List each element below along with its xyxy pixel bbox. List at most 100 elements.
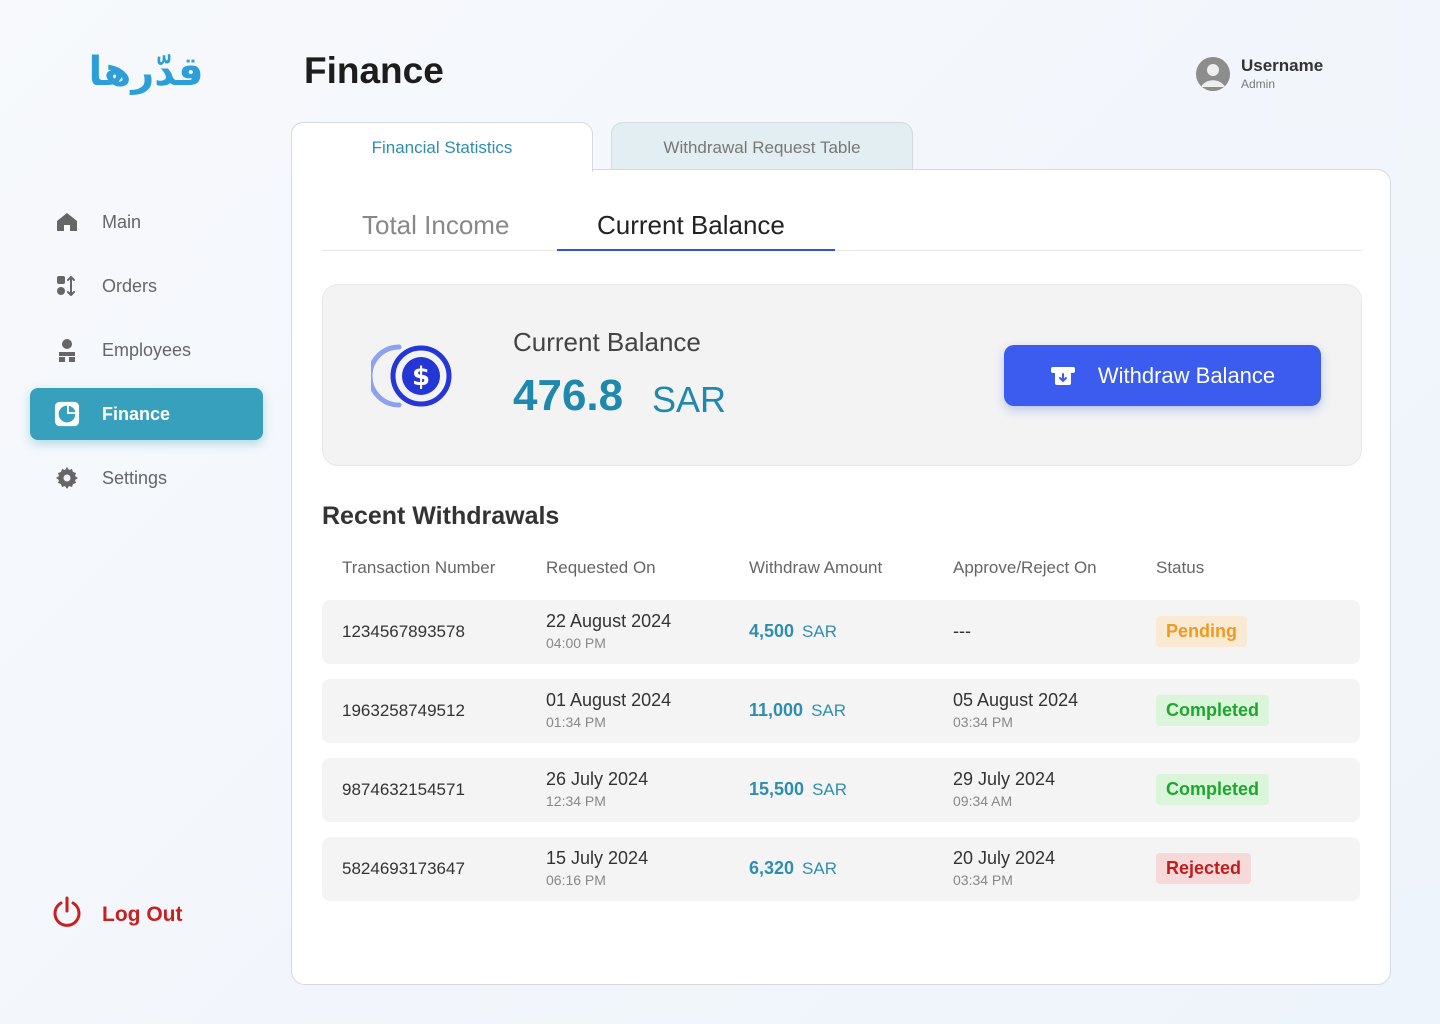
approve-date: 05 August 2024 (953, 690, 1079, 710)
status-badge: Completed (1156, 774, 1270, 805)
table-row[interactable]: 5824693173647 15 July 2024 06:16 PM 6,32… (322, 837, 1360, 901)
subtab-total-income[interactable]: Total Income (362, 210, 509, 241)
amount-currency: SAR (811, 701, 847, 720)
column-header: Requested On (546, 558, 656, 577)
finance-panel: Total Income Current Balance $ Current B… (291, 169, 1391, 985)
sidebar-item-label: Settings (102, 467, 168, 488)
column-header: Status (1156, 558, 1205, 577)
withdrawals-table-header: Transaction Number Requested On Withdraw… (322, 556, 1362, 586)
finance-app: قدّرها Main Orders Employees Finance Set… (0, 0, 1440, 1024)
requested-date: 15 July 2024 (546, 848, 649, 868)
svg-text:$: $ (412, 362, 430, 392)
sidebar-item-label: Orders (102, 275, 158, 296)
user-info: Username Admin (1241, 56, 1323, 91)
sidebar-item-label: Employees (102, 339, 192, 360)
sidebar-item-main[interactable]: Main (30, 196, 263, 248)
requested-time: 12:34 PM (546, 793, 606, 809)
brand-logo-text: قدّرها (88, 49, 204, 95)
sidebar: Main Orders Employees Finance Settings (30, 196, 263, 516)
recent-withdrawals-title: Recent Withdrawals (322, 502, 560, 530)
table-row[interactable]: 1234567893578 22 August 2024 04:00 PM 4,… (322, 600, 1360, 664)
requested-on: 15 July 2024 06:16 PM (546, 848, 648, 888)
amount-value: 6,320 (749, 858, 795, 878)
requested-time: 01:34 PM (546, 714, 606, 730)
status-cell: Rejected (1156, 853, 1252, 884)
tab-label: Financial Statistics (371, 137, 513, 157)
approve-date: 29 July 2024 (953, 769, 1056, 789)
requested-time: 04:00 PM (546, 635, 606, 651)
status-badge: Pending (1156, 616, 1247, 647)
approve-time: 09:34 AM (953, 793, 1013, 809)
user-name: Username (1241, 56, 1324, 75)
approve-time: 03:34 PM (953, 872, 1013, 888)
transaction-number: 1234567893578 (342, 622, 465, 641)
approve-reject-on: 20 July 2024 03:34 PM (953, 848, 1055, 888)
column-header: Transaction Number (342, 558, 496, 577)
column-header: Withdraw Amount (749, 558, 883, 577)
status-cell: Completed (1156, 695, 1270, 726)
requested-on: 22 August 2024 04:00 PM (546, 611, 671, 651)
tab-financial-statistics[interactable]: Financial Statistics (291, 122, 593, 172)
gear-icon (54, 465, 80, 491)
status-badge: Rejected (1156, 853, 1252, 884)
home-icon (54, 209, 80, 235)
balance-label: Current Balance (513, 327, 701, 357)
subtab-current-balance[interactable]: Current Balance (597, 210, 785, 241)
approve-date: 20 July 2024 (953, 848, 1056, 868)
current-balance-card: $ Current Balance 476.8 SAR Withdraw Bal… (322, 284, 1362, 466)
withdraw-amount: 11,000 SAR (749, 700, 846, 721)
atm-withdraw-icon (1050, 366, 1076, 386)
user-profile[interactable]: Username Admin (1196, 56, 1323, 91)
amount-value: 15,500 (749, 779, 805, 799)
transaction-number: 9874632154571 (342, 780, 465, 799)
logout-label: Log Out (102, 902, 183, 926)
column-header: Approve/Reject On (953, 558, 1097, 577)
status-cell: Completed (1156, 774, 1270, 805)
withdraw-balance-label: Withdraw Balance (1097, 362, 1276, 388)
balance-currency: SAR (652, 379, 727, 420)
page-title: Finance (304, 50, 444, 91)
user-role: Admin (1241, 77, 1276, 91)
approve-reject-on: 29 July 2024 09:34 AM (953, 769, 1055, 809)
requested-on: 26 July 2024 12:34 PM (546, 769, 648, 809)
balance-subtabs: Total Income Current Balance (322, 200, 1362, 251)
amount-currency: SAR (812, 780, 848, 799)
amount-value: 4,500 (749, 621, 795, 641)
orders-icon (54, 273, 80, 299)
avatar (1196, 56, 1230, 91)
withdraw-amount: 15,500 SAR (749, 779, 847, 800)
logout-button[interactable]: Log Out (52, 896, 182, 933)
finance-icon (54, 401, 80, 427)
sidebar-item-label: Main (102, 211, 142, 232)
withdraw-amount: 4,500 SAR (749, 621, 837, 642)
active-subtab-indicator (557, 249, 835, 251)
status-cell: Pending (1156, 616, 1247, 647)
withdraw-amount: 6,320 SAR (749, 858, 837, 879)
tab-label: Withdrawal Request Table (663, 137, 861, 157)
requested-date: 01 August 2024 (546, 690, 672, 710)
amount-value: 11,000 (749, 700, 804, 720)
requested-time: 06:16 PM (546, 872, 606, 888)
withdraw-balance-button[interactable]: Withdraw Balance (1004, 345, 1321, 406)
requested-date: 26 July 2024 (546, 769, 649, 789)
power-icon (52, 896, 82, 933)
table-row[interactable]: 1963258749512 01 August 2024 01:34 PM 11… (322, 679, 1360, 743)
sidebar-item-label: Finance (102, 403, 171, 424)
table-row[interactable]: 9874632154571 26 July 2024 12:34 PM 15,5… (322, 758, 1360, 822)
sidebar-item-settings[interactable]: Settings (30, 452, 263, 504)
amount-currency: SAR (802, 859, 838, 878)
dollar-coin-icon: $ (367, 341, 457, 411)
sidebar-item-finance[interactable]: Finance (30, 388, 263, 440)
approve-time: 03:34 PM (953, 714, 1013, 730)
sidebar-item-employees[interactable]: Employees (30, 324, 263, 376)
approve-reject-on: 05 August 2024 03:34 PM (953, 690, 1078, 730)
tab-withdrawal-request-table[interactable]: Withdrawal Request Table (611, 122, 913, 172)
requested-date: 22 August 2024 (546, 611, 672, 631)
sidebar-item-orders[interactable]: Orders (30, 260, 263, 312)
amount-currency: SAR (802, 622, 838, 641)
brand-logo[interactable]: قدّرها (80, 44, 212, 100)
status-badge: Completed (1156, 695, 1270, 726)
requested-on: 01 August 2024 01:34 PM (546, 690, 671, 730)
approve-reject-on: --- (953, 621, 971, 641)
transaction-number: 5824693173647 (342, 859, 465, 878)
